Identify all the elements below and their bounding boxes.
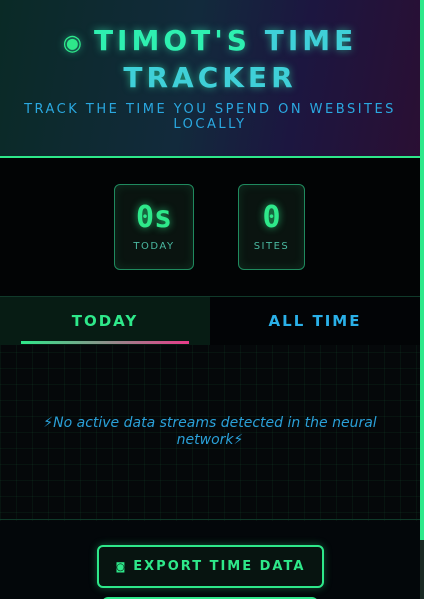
tab-all-time[interactable]: ALL TIME: [210, 297, 420, 345]
tab-today[interactable]: TODAY: [0, 297, 210, 345]
today-time-value: 0s: [135, 200, 173, 235]
active-tab-indicator: [21, 341, 189, 344]
title-word-1: TIMOT'S: [93, 24, 251, 57]
stat-card-sites: 0 SITES: [238, 184, 305, 270]
empty-state-message: ⚡No active data streams detected in the …: [43, 415, 377, 448]
app-title: ◉ TIMOT'S TIME TRACKER: [0, 24, 420, 95]
app-header: ◉ TIMOT'S TIME TRACKER TRACK THE TIME YOU…: [0, 0, 420, 158]
view-tabs: TODAY ALL TIME: [0, 296, 420, 345]
scrollbar-track[interactable]: [420, 0, 424, 599]
app-subtitle: TRACK THE TIME YOU SPEND ON WEBSITES LOC…: [24, 102, 396, 132]
scrollbar-thumb[interactable]: [420, 0, 424, 540]
footer-actions: ◙ EXPORT TIME DATA: [0, 521, 420, 599]
sites-count-value: 0: [262, 200, 281, 235]
sites-count-label: SITES: [253, 241, 290, 252]
export-icon: ◙: [115, 562, 128, 573]
radar-dot-icon: ◉: [62, 31, 86, 56]
export-time-data-button[interactable]: ◙ EXPORT TIME DATA: [97, 545, 324, 588]
title-word-3: TRACKER: [123, 61, 297, 94]
stats-panel: 0s TODAY 0 SITES: [0, 158, 420, 296]
export-button-label: EXPORT TIME DATA: [133, 559, 306, 574]
title-word-2: TIME: [264, 24, 358, 57]
site-list-area: ⚡No active data streams detected in the …: [0, 345, 420, 520]
stat-card-today: 0s TODAY: [114, 184, 194, 270]
today-time-label: TODAY: [133, 241, 175, 252]
